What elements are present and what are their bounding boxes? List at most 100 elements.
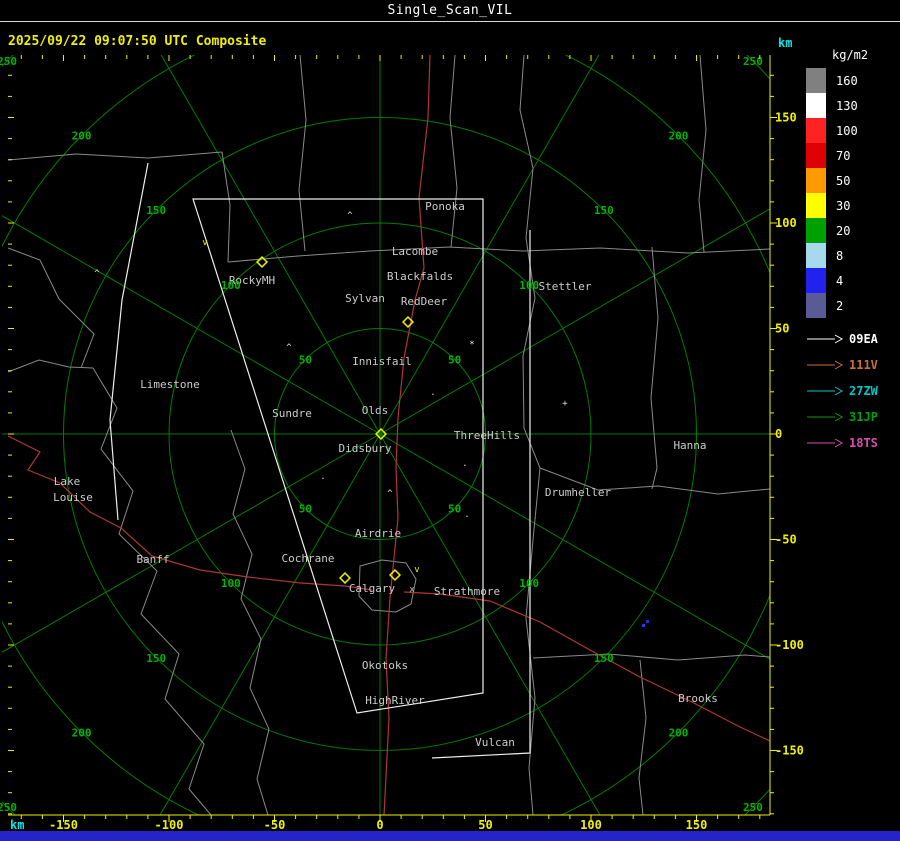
range-ring-label: 200: [72, 726, 92, 739]
range-ring-label: 150: [594, 652, 614, 665]
station-id: 18TS: [849, 436, 878, 450]
colorbar-row: 20: [806, 218, 898, 243]
station-row: 31JP: [806, 404, 898, 430]
colorbar-row: 160: [806, 68, 898, 93]
radial-line: [159, 433, 381, 815]
map-symbol: .: [462, 459, 467, 469]
radial-line: [160, 55, 381, 435]
city-label: Innisfail: [352, 355, 412, 368]
city-label: Lacombe: [392, 245, 438, 258]
map-symbol: x: [409, 585, 415, 595]
colorbar-value: 4: [836, 273, 844, 288]
station-row: 27ZW: [806, 378, 898, 404]
bottom-scrollbar[interactable]: [0, 831, 900, 841]
colorbar-swatch: [806, 193, 826, 218]
city-label: Banff: [136, 553, 169, 566]
county-boundary: [698, 55, 707, 253]
range-ring-label: 250: [0, 801, 17, 814]
colorbar-swatch: [806, 143, 826, 168]
city-label: Ponoka: [425, 200, 465, 213]
colorbar-swatch: [806, 168, 826, 193]
city-label: Louise: [53, 491, 93, 504]
app-window: Single_Scan_VIL 2025/09/22 09:07:50 UTC …: [0, 0, 900, 841]
colorbar-swatch: [806, 268, 826, 293]
highway: [403, 591, 770, 742]
legend-panel: kg/m2 160 130 100 70 50 30 20 8 4 2 09EA 111V 27ZW 3…: [806, 48, 898, 456]
range-ring-label: 100: [221, 279, 241, 292]
scan-boundary: [109, 162, 149, 521]
range-ring-label: 250: [0, 55, 17, 68]
y-tick-label: -150: [775, 744, 804, 758]
city-label: Blackfalds: [387, 270, 453, 283]
map-symbol: .: [464, 510, 469, 520]
colorbar-row: 8: [806, 243, 898, 268]
range-ring-label: 100: [221, 577, 241, 590]
range-ring-label: 50: [299, 353, 312, 366]
y-tick-label: -100: [775, 638, 804, 652]
y-tick-label: 100: [775, 216, 797, 230]
range-ring-label: 200: [668, 130, 688, 143]
county-boundary: [638, 659, 647, 815]
city-label: Airdrie: [355, 527, 401, 540]
map-symbol: ^: [387, 489, 393, 499]
county-boundary: [230, 429, 270, 815]
colorbar-value: 130: [836, 98, 858, 113]
city-label: Lake: [54, 475, 81, 488]
city-label: Sylvan: [345, 292, 385, 305]
colorbar-value: 50: [836, 173, 851, 188]
colorbar-row: 130: [806, 93, 898, 118]
city-label: Brooks: [678, 692, 718, 705]
range-ring-label: 200: [72, 130, 92, 143]
y-tick-label: 150: [775, 111, 797, 125]
station-id: 09EA: [849, 332, 878, 346]
map-symbol: ^: [347, 211, 353, 221]
colorbar-swatch: [806, 243, 826, 268]
city-label: Vulcan: [475, 736, 515, 749]
map-symbol: ^: [286, 343, 292, 353]
range-ring-label: 150: [146, 204, 166, 217]
radial-lines: [2, 55, 770, 815]
range-ring-label: 150: [594, 204, 614, 217]
county-boundary: [650, 246, 659, 490]
x-tick-label: -150: [49, 818, 78, 832]
station-legend: 09EA 111V 27ZW 31JP 18TS: [806, 326, 898, 456]
colorbar-value: 20: [836, 223, 851, 238]
colorbar-value: 70: [836, 148, 851, 163]
radial-line: [379, 55, 600, 435]
city-label: Olds: [362, 404, 389, 417]
colorbar-unit-label: kg/m2: [832, 48, 869, 62]
station-arrow-icon: [807, 412, 844, 422]
city-label: Drumheller: [545, 486, 612, 499]
city-labels: Ponoka Lacombe BlackfaldsSylvan RedDeer Stet…: [53, 200, 718, 749]
colorbar-row: 50: [806, 168, 898, 193]
x-tick-label: 0: [376, 818, 383, 832]
radar-map[interactable]: ^ ^ ^ * ^ v v +.... x Ponoka Lacombe BlackfaldsSylv…: [0, 0, 900, 841]
map-symbol: .: [430, 388, 435, 398]
colorbar-value: 8: [836, 248, 844, 263]
colorbar-swatch: [806, 118, 826, 143]
county-boundary: [7, 247, 60, 300]
map-symbol: ^: [94, 269, 100, 279]
colorbar-row: 100: [806, 118, 898, 143]
city-label: ThreeHills: [454, 429, 520, 442]
highway: [7, 435, 373, 591]
colorbar: 160 130 100 70 50 30 20 8 4 2: [806, 68, 898, 318]
range-ring-label: 100: [519, 279, 539, 292]
map-symbol: +: [562, 399, 568, 409]
station-id: 111V: [849, 358, 878, 372]
range-ring-label: 100: [519, 577, 539, 590]
city-label: HighRiver: [365, 694, 425, 707]
city-label: RedDeer: [401, 295, 448, 308]
colorbar-swatch: [806, 218, 826, 243]
city-label: Strathmore: [434, 585, 500, 598]
colorbar-swatch: [806, 68, 826, 93]
station-row: 09EA: [806, 326, 898, 352]
radial-line: [379, 433, 601, 815]
radial-line: [379, 433, 770, 660]
x-tick-label: -100: [155, 818, 184, 832]
map-symbol: *: [469, 340, 474, 350]
colorbar-value: 2: [836, 298, 844, 313]
vil-echo: [646, 620, 649, 623]
y-tick-label: -50: [775, 533, 797, 547]
range-ring: [2, 55, 770, 815]
